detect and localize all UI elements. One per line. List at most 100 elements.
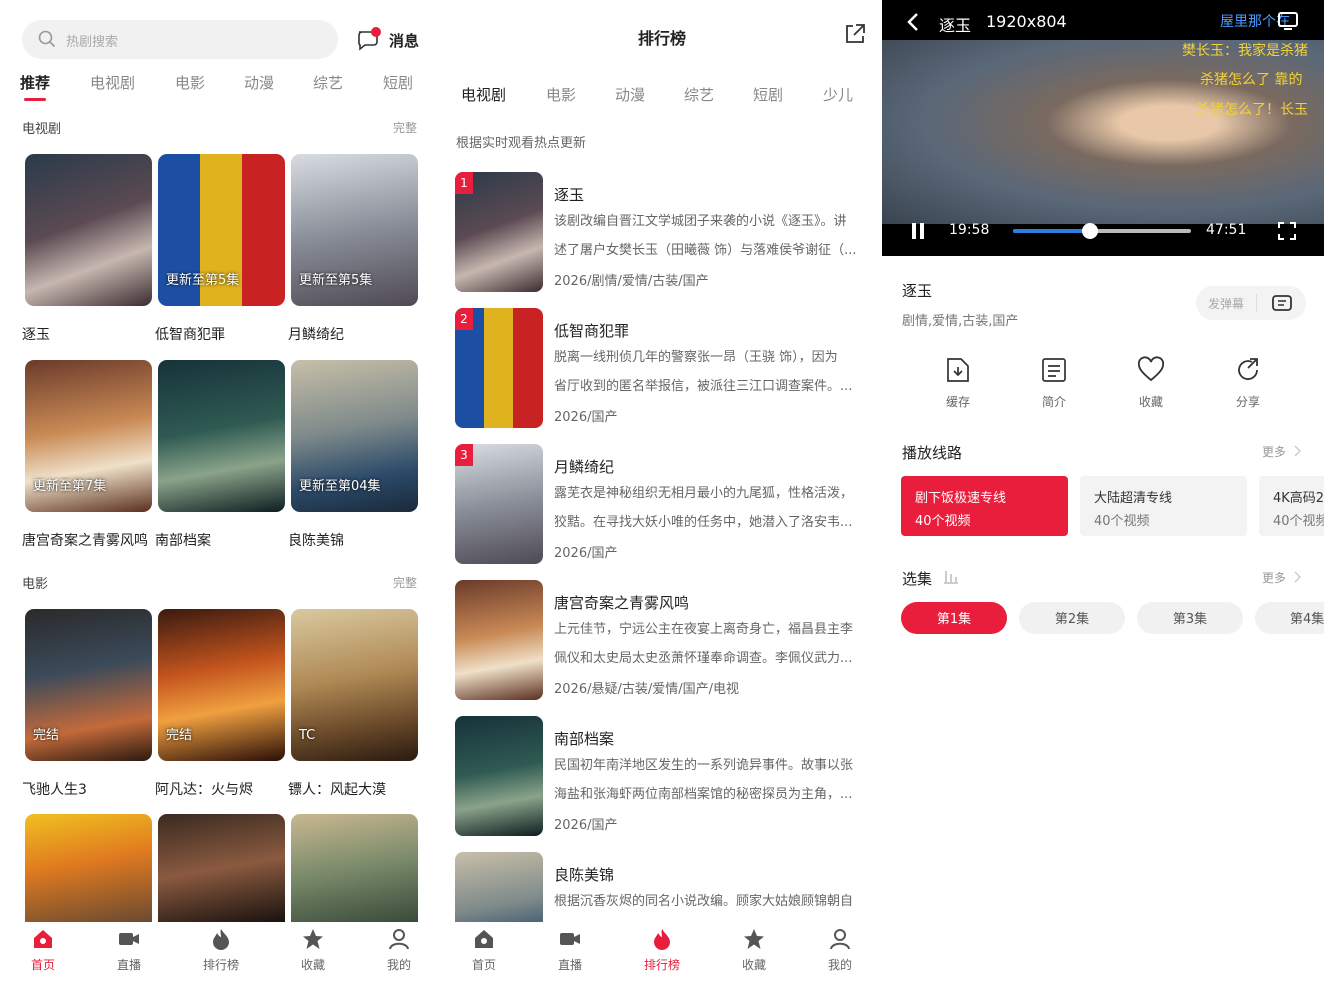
rank-item[interactable]: 3 月鳞绮纪 露芜衣是神秘组织无相月最小的九尾狐，性格活泼， 狡黠。在寻找大妖小…: [441, 444, 882, 570]
tab-anime[interactable]: 动漫: [244, 72, 274, 93]
nav-home[interactable]: 首页: [454, 928, 514, 973]
poster-card[interactable]: [158, 814, 285, 922]
nav-profile[interactable]: 我的: [369, 928, 429, 973]
action-favorite[interactable]: 收藏: [1131, 356, 1171, 410]
tab-variety[interactable]: 综艺: [313, 72, 343, 93]
poster-card[interactable]: [25, 154, 152, 306]
search-placeholder: 热剧搜索: [66, 35, 119, 50]
time-current: 19:58: [949, 222, 990, 238]
action-label: 简介: [1041, 395, 1066, 409]
danmaku-toggle-icon[interactable]: [1272, 294, 1292, 312]
nav-label: 收藏: [741, 958, 766, 972]
video-frame: [882, 40, 1324, 224]
poster-badge: 更新至第7集: [33, 479, 107, 494]
rank-item[interactable]: 良陈美锦 根据沉香灰烬的同名小说改编。顾家大姑娘顾锦朝自: [441, 852, 882, 922]
cast-icon[interactable]: [1277, 11, 1299, 31]
back-icon[interactable]: [906, 12, 920, 32]
lines-more[interactable]: 更多: [1262, 443, 1286, 460]
poster-title: 月鳞绮纪: [288, 327, 344, 343]
episodes-title: 选集: [902, 570, 933, 588]
danmaku-button[interactable]: 发弹幕: [1208, 295, 1244, 312]
poster-card[interactable]: [291, 814, 418, 922]
pause-icon[interactable]: [912, 223, 924, 239]
nav-rank[interactable]: 排行榜: [632, 928, 692, 973]
episode-button[interactable]: 第3集: [1137, 602, 1243, 634]
action-share[interactable]: 分享: [1228, 356, 1268, 410]
rank-meta: 2026/国产: [554, 818, 618, 833]
nav-rank[interactable]: 排行榜: [191, 928, 251, 973]
poster-title: 阿凡达：火与烬: [155, 782, 253, 798]
fullscreen-icon[interactable]: [1278, 222, 1296, 240]
poster-card[interactable]: [25, 814, 152, 922]
tab-recommend[interactable]: 推荐: [20, 72, 50, 93]
poster-title: 逐玉: [22, 327, 50, 343]
rank-poster: 1: [455, 172, 543, 292]
video-title: 逐玉: [939, 16, 972, 35]
nav-live[interactable]: 直播: [540, 928, 600, 973]
tab-variety[interactable]: 综艺: [684, 84, 714, 105]
tab-tv[interactable]: 电视剧: [90, 72, 135, 93]
rank-item[interactable]: 唐宫奇案之青雾风鸣 上元佳节，宁远公主在夜宴上离奇身亡，福昌县主李 佩仪和太史局…: [441, 580, 882, 706]
nav-label: 排行榜: [643, 958, 680, 972]
episode-button[interactable]: 第4集: [1255, 602, 1324, 634]
rank-title: 唐宫奇案之青雾风鸣: [554, 594, 690, 612]
rank-title: 良陈美锦: [554, 866, 615, 884]
rank-meta: 2026/剧情/爱情/古装/国产: [554, 274, 709, 289]
poster-card[interactable]: 更新至第5集: [158, 154, 285, 306]
rank-title: 南部档案: [554, 730, 615, 748]
episode-button[interactable]: 第2集: [1019, 602, 1125, 634]
rank-subtitle: 根据实时观看热点更新: [456, 136, 587, 151]
rank-item[interactable]: 1 逐玉 该剧改编自晋江文学城团子来袭的小说《逐玉》。讲 述了屠户女樊长玉（田曦…: [441, 172, 882, 298]
nav-label: 我的: [827, 958, 852, 972]
action-label: 缓存: [945, 395, 970, 409]
poster-badge: 更新至第04集: [299, 479, 381, 494]
tab-short[interactable]: 短剧: [753, 84, 783, 105]
line-count: 40个视频: [915, 514, 971, 529]
action-intro[interactable]: 简介: [1034, 356, 1074, 410]
poster-card[interactable]: 完结: [25, 609, 152, 761]
poster-card[interactable]: [158, 360, 285, 512]
tab-kids[interactable]: 少儿: [823, 84, 853, 105]
tab-short[interactable]: 短剧: [383, 72, 413, 93]
poster-badge: 更新至第5集: [166, 273, 240, 288]
line-card-active[interactable]: 剧下饭极速专线 40个视频: [901, 476, 1068, 536]
poster-card[interactable]: TC: [291, 609, 418, 761]
tab-movie[interactable]: 电影: [175, 72, 205, 93]
rank-number: 2: [455, 308, 473, 330]
rank-item[interactable]: 2 低智商犯罪 脱离一线刑侦几年的警察张一昂（王骁 饰），因为 省厅收到的匿名举…: [441, 308, 882, 434]
nav-home[interactable]: 首页: [13, 928, 73, 973]
action-cache[interactable]: 缓存: [938, 356, 978, 410]
rank-desc: 上元佳节，宁远公主在夜宴上离奇身亡，福昌县主李: [554, 622, 854, 637]
home-screen: 热剧搜索 消息 推荐 电视剧 电影 动漫 综艺 短剧 电视剧 完整 更新至第5集…: [0, 0, 441, 993]
search-bar[interactable]: 热剧搜索: [22, 20, 338, 59]
share-out-icon[interactable]: [844, 23, 866, 45]
poster-card[interactable]: 更新至第7集: [25, 360, 152, 512]
nav-live[interactable]: 直播: [99, 928, 159, 973]
nav-favorites[interactable]: 收藏: [724, 928, 784, 973]
video-player[interactable]: 逐玉 1920x804 屋里那个在 樊长玉：我家是杀猪 杀猪怎么了 靠的 杀猪怎…: [882, 0, 1324, 256]
progress-track[interactable]: [1013, 223, 1191, 239]
danmaku-bar[interactable]: 发弹幕: [1196, 286, 1306, 320]
episode-button-active[interactable]: 第1集: [901, 602, 1007, 634]
action-label: 分享: [1235, 395, 1260, 409]
tab-tv[interactable]: 电视剧: [461, 84, 506, 105]
tab-anime[interactable]: 动漫: [615, 84, 645, 105]
tab-movie[interactable]: 电影: [546, 84, 576, 105]
rank-desc: 民国初年南洋地区发生的一系列诡异事件。故事以张: [554, 758, 854, 773]
line-card[interactable]: 大陆超清专线 40个视频: [1080, 476, 1247, 536]
nav-profile[interactable]: 我的: [810, 928, 870, 973]
poster-card[interactable]: 更新至第04集: [291, 360, 418, 512]
poster-card[interactable]: 完结: [158, 609, 285, 761]
rank-item[interactable]: 南部档案 民国初年南洋地区发生的一系列诡异事件。故事以张 海盐和张海虾两位南部档…: [441, 716, 882, 842]
line-card[interactable]: 4K高码2 40个视频: [1259, 476, 1324, 536]
tv-section-more[interactable]: 完整: [393, 119, 417, 136]
messages-button[interactable]: 消息: [356, 27, 426, 53]
episodes-more[interactable]: 更多: [1262, 569, 1286, 586]
poster-card[interactable]: 更新至第5集: [291, 154, 418, 306]
sort-icon[interactable]: [943, 570, 959, 584]
progress-thumb[interactable]: [1081, 223, 1098, 239]
rank-poster: [455, 852, 543, 922]
nav-favorites[interactable]: 收藏: [283, 928, 343, 973]
show-tags: 剧情,爱情,古装,国产: [902, 314, 1019, 329]
movie-section-more[interactable]: 完整: [393, 574, 417, 591]
